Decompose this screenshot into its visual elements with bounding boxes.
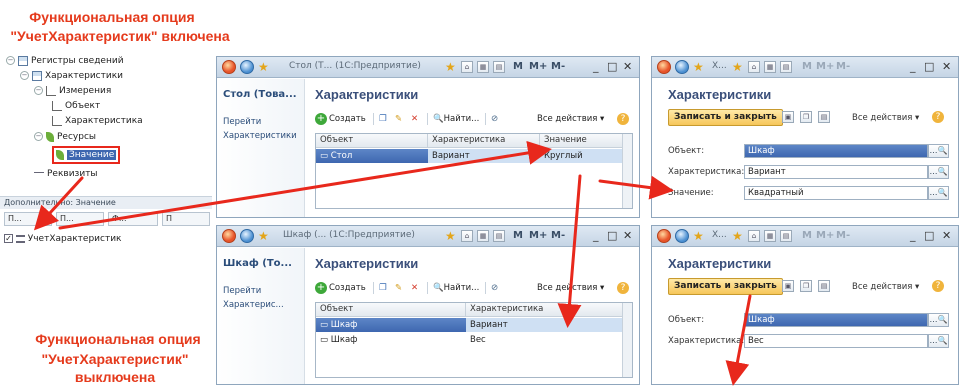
arrow-to-value-column [58,141,552,230]
annotation-arrows [33,141,752,386]
arrow-to-option [33,176,84,231]
arrow-to-no-value-column [557,174,582,328]
arrow-to-no-value-field [725,294,752,386]
arrow-to-value-field [598,175,674,200]
